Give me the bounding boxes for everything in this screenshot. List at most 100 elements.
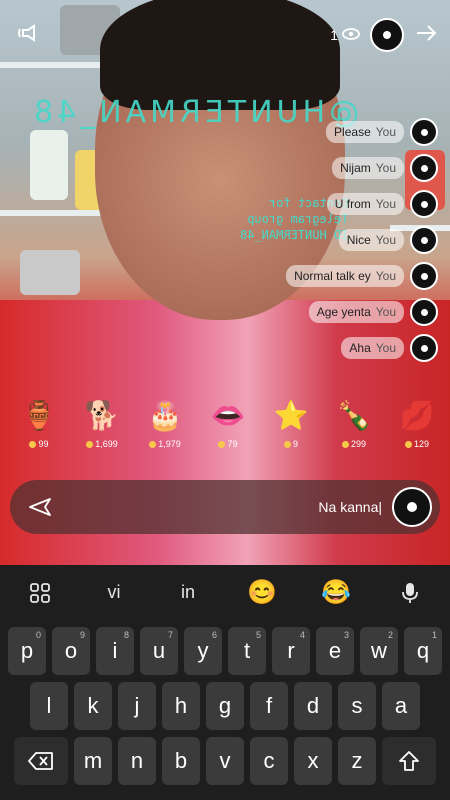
coin-icon	[283, 440, 291, 448]
key-label: u	[152, 638, 166, 663]
eye-icon	[342, 27, 360, 43]
key[interactable]: j	[118, 682, 156, 730]
chat-avatar[interactable]	[410, 154, 438, 182]
speaker-icon[interactable]	[14, 18, 44, 48]
key-number: 6	[211, 630, 217, 640]
gift-item[interactable]: 💋 129	[392, 395, 442, 450]
gift-icon: 💋	[399, 399, 435, 431]
gift-price: 99	[29, 439, 49, 449]
chat-message: U from You	[326, 190, 438, 218]
key[interactable]: t5	[228, 627, 266, 675]
chat-message: Please You	[326, 118, 438, 146]
key[interactable]: i8	[96, 627, 134, 675]
coin-icon	[149, 440, 157, 448]
key-number: 8	[123, 630, 129, 640]
key[interactable]: z	[338, 737, 376, 785]
key[interactable]: d	[294, 682, 332, 730]
chat-text: Aha	[349, 341, 371, 355]
chat-bubble: Normal talk ey You	[286, 265, 404, 287]
chat-avatar[interactable]	[410, 226, 438, 254]
key[interactable]: f	[250, 682, 288, 730]
key[interactable]: m	[74, 737, 112, 785]
chat-sender: You	[375, 269, 396, 283]
gift-price: 79	[218, 439, 238, 449]
chat-bubble: Nijam You	[332, 157, 404, 179]
top-controls: 1	[330, 18, 438, 52]
shift-key[interactable]	[382, 737, 436, 785]
user-avatar[interactable]	[392, 487, 432, 527]
suggestion-bar: vi in 😊 😂	[0, 565, 450, 620]
key[interactable]: k	[74, 682, 112, 730]
chat-avatar[interactable]	[410, 262, 438, 290]
message-input[interactable]: Na kanna|	[62, 499, 392, 515]
coin-icon	[218, 440, 226, 448]
smile-emoji-icon[interactable]: 😊	[232, 578, 292, 607]
key[interactable]: w2	[360, 627, 398, 675]
chat-text: Please	[334, 125, 371, 139]
key[interactable]: r4	[272, 627, 310, 675]
coin-icon	[29, 440, 37, 448]
mic-icon[interactable]	[380, 581, 440, 605]
chat-avatar[interactable]	[410, 334, 438, 362]
key-row-1: p0 o9 i8 u7 y6 t5 r4 e3 w2 q1	[0, 627, 450, 675]
chat-message: Nijam You	[332, 154, 438, 182]
key[interactable]: l	[30, 682, 68, 730]
backspace-key[interactable]	[14, 737, 68, 785]
key[interactable]: g	[206, 682, 244, 730]
key-label: w	[371, 638, 387, 663]
chat-text: U from	[334, 197, 371, 211]
key-number: 5	[255, 630, 261, 640]
key-label: o	[64, 638, 78, 663]
coin-icon	[86, 440, 94, 448]
chat-bubble: Age yenta You	[308, 301, 404, 323]
key[interactable]: y6	[184, 627, 222, 675]
chat-avatar[interactable]	[410, 298, 438, 326]
send-icon[interactable]	[18, 485, 62, 529]
gift-price-value: 79	[227, 439, 238, 449]
key[interactable]: v	[206, 737, 244, 785]
gift-item[interactable]: 🍾 299	[329, 395, 379, 450]
gift-item[interactable]: 🐕 1,699	[77, 395, 127, 450]
key[interactable]: q1	[404, 627, 442, 675]
key-row-2: l k j h g f d s a	[0, 682, 450, 730]
chat-sender: You	[375, 197, 396, 211]
key-label: q	[416, 638, 430, 663]
gift-item[interactable]: ⭐ 9	[266, 395, 316, 450]
key-number: 0	[35, 630, 41, 640]
host-avatar[interactable]	[370, 18, 404, 52]
coin-icon	[341, 440, 349, 448]
person-hair	[100, 0, 340, 110]
chat-avatar[interactable]	[410, 190, 438, 218]
gift-price-value: 99	[38, 439, 49, 449]
apps-grid-icon[interactable]	[10, 582, 70, 604]
gift-bar: 🏺 99 🐕 1,699 🎂 1,979 👄 79 ⭐ 9 🍾 299 💋 12…	[14, 395, 442, 450]
suggestion[interactable]: vi	[84, 582, 144, 603]
laugh-emoji-icon[interactable]: 😂	[306, 578, 366, 607]
key[interactable]: u7	[140, 627, 178, 675]
key[interactable]: n	[118, 737, 156, 785]
gift-price-value: 299	[350, 439, 367, 449]
gift-item[interactable]: 👄 79	[203, 395, 253, 450]
key[interactable]: e3	[316, 627, 354, 675]
key[interactable]: s	[338, 682, 376, 730]
key-label: t	[243, 638, 251, 663]
gift-item[interactable]: 🎂 1,979	[140, 395, 190, 450]
key[interactable]: x	[294, 737, 332, 785]
key[interactable]: b	[162, 737, 200, 785]
pot	[20, 250, 80, 295]
gift-price-value: 1,979	[158, 439, 181, 449]
viewer-count: 1	[330, 27, 338, 43]
key[interactable]: c	[250, 737, 288, 785]
chat-text: Normal talk ey	[294, 269, 371, 283]
key[interactable]: o9	[52, 627, 90, 675]
gift-price: 9	[283, 439, 298, 449]
suggestion[interactable]: in	[158, 582, 218, 603]
back-arrow-icon[interactable]	[414, 21, 438, 50]
key[interactable]: p0	[8, 627, 46, 675]
key[interactable]: a	[382, 682, 420, 730]
chat-avatar[interactable]	[410, 118, 438, 146]
gift-price: 129	[404, 439, 429, 449]
gift-item[interactable]: 🏺 99	[14, 395, 64, 450]
key-number: 7	[167, 630, 173, 640]
key[interactable]: h	[162, 682, 200, 730]
